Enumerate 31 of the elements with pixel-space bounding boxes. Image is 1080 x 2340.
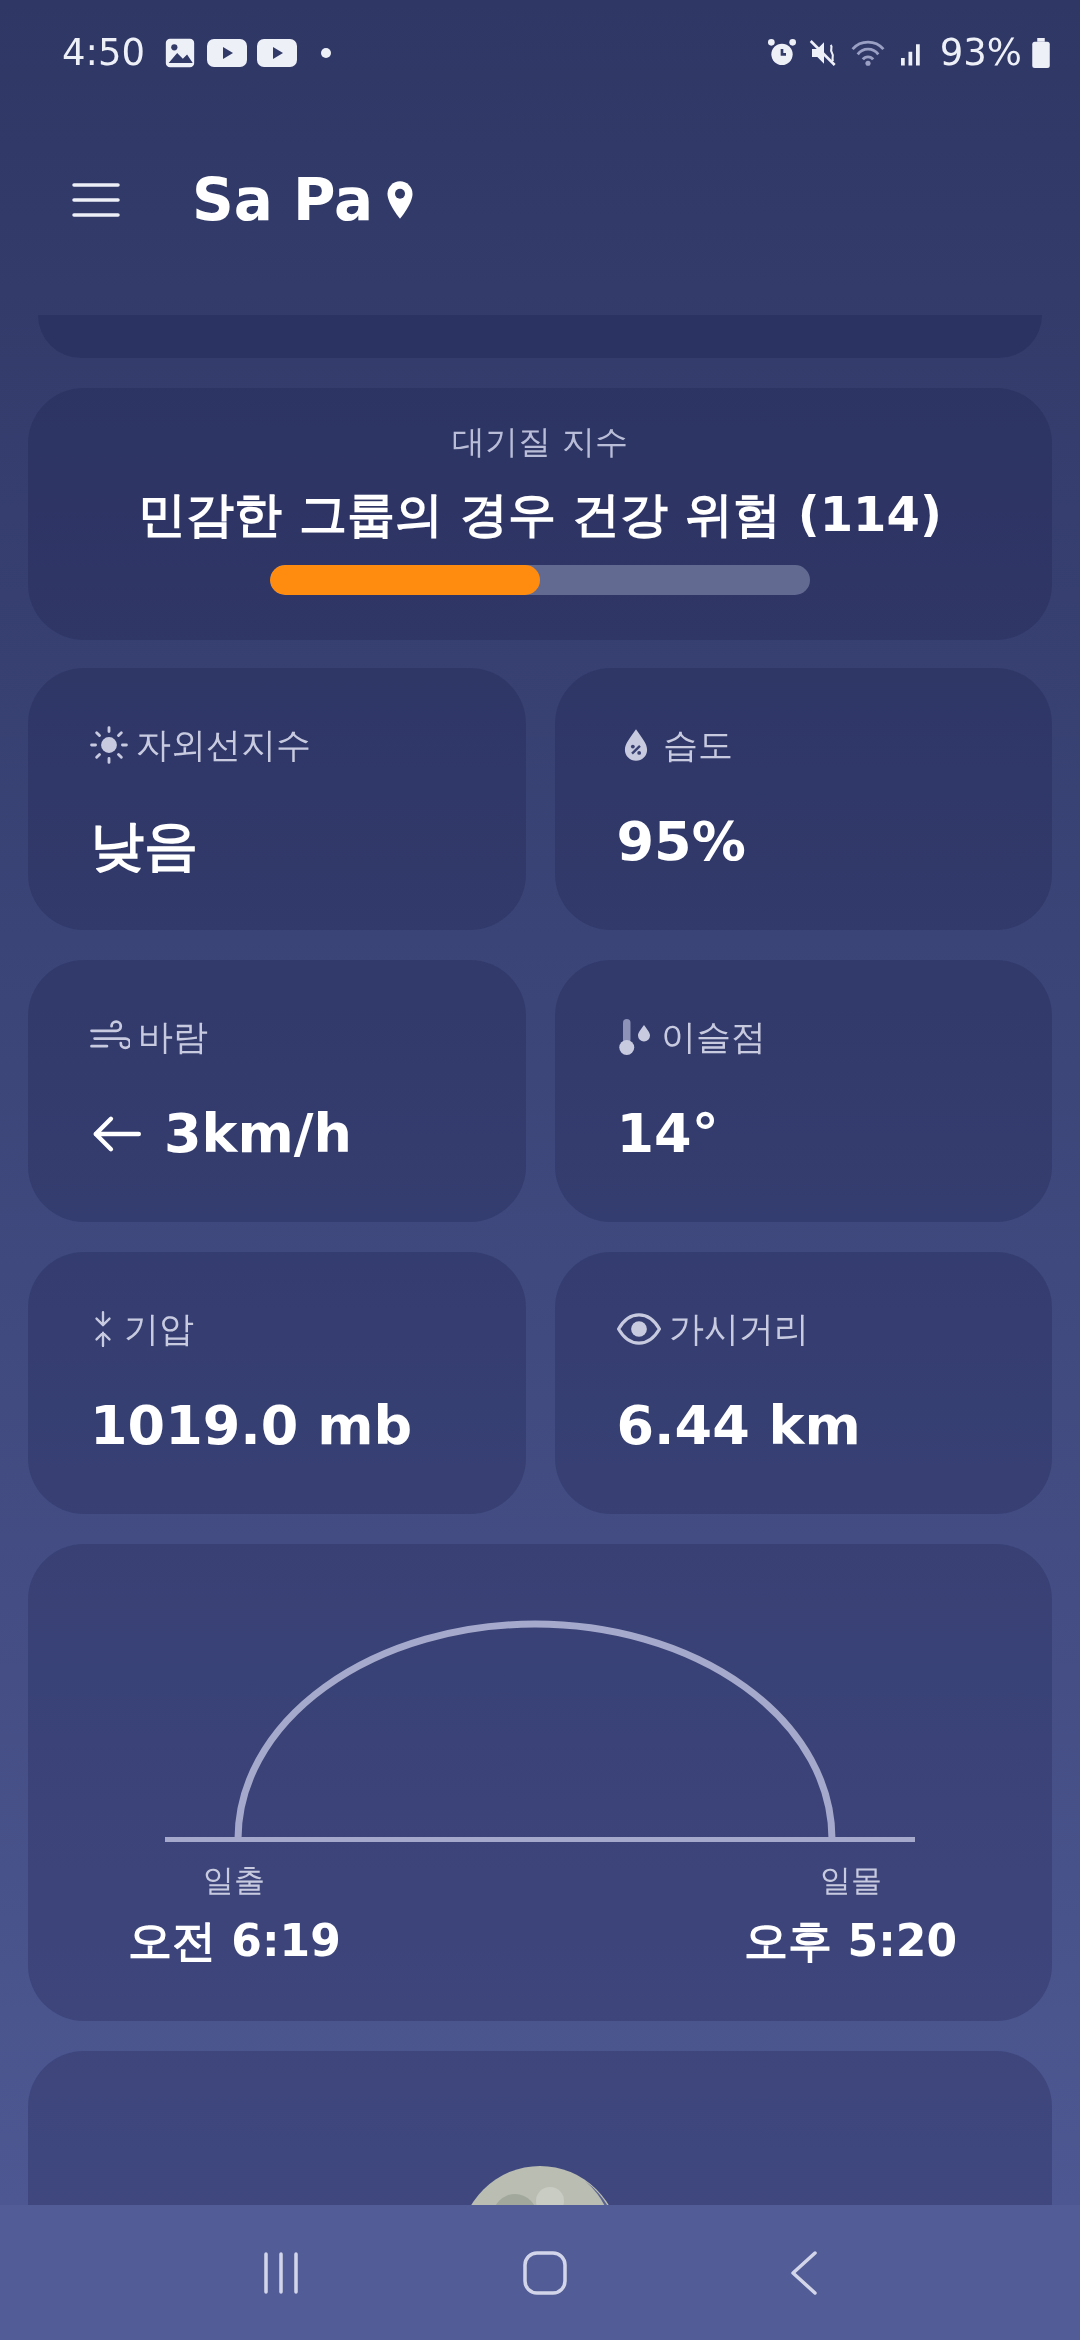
tile-label: 자외선지수 (136, 723, 311, 767)
sunset-label: 일몰 (819, 1861, 882, 1900)
sunrise-time: 오전 6:19 (128, 1914, 341, 1968)
tile-value: 3km/h (164, 1102, 352, 1165)
eye-icon (616, 1313, 661, 1345)
air-quality-label: 대기질 지수 (452, 421, 628, 463)
play-icon (207, 38, 248, 67)
status-time: 4:50 (62, 31, 146, 74)
sun-icon (90, 726, 128, 764)
battery-level: 93% (939, 31, 1022, 74)
tile-label: 바람 (138, 1015, 208, 1059)
tile-value: 1019.0 mb (90, 1394, 413, 1457)
location-title[interactable]: Sa Pa (192, 166, 374, 234)
dot-icon (321, 47, 332, 58)
tile-value: 95% (616, 810, 746, 873)
tile-label: 이슬점 (660, 1015, 766, 1059)
menu-icon[interactable] (72, 182, 120, 218)
sunset-time: 오후 5:20 (744, 1914, 957, 1968)
play-icon (257, 38, 298, 67)
tile-value: 6.44 km (616, 1394, 861, 1457)
tile-label: 가시거리 (668, 1307, 809, 1351)
sunrise-label: 일출 (203, 1861, 266, 1900)
tile-label: 습도 (662, 723, 733, 767)
thermometer-drop-icon (616, 1016, 653, 1058)
back-icon[interactable] (789, 2249, 820, 2296)
home-icon[interactable] (522, 2249, 568, 2296)
tile-label: 기압 (124, 1307, 194, 1351)
air-quality-value: 민감한 그룹의 경우 건강 위험 (114) (138, 485, 942, 544)
battery-icon (1032, 37, 1050, 68)
tile-value: 낮음 (90, 813, 198, 879)
tile-value: 14° (616, 1102, 719, 1165)
